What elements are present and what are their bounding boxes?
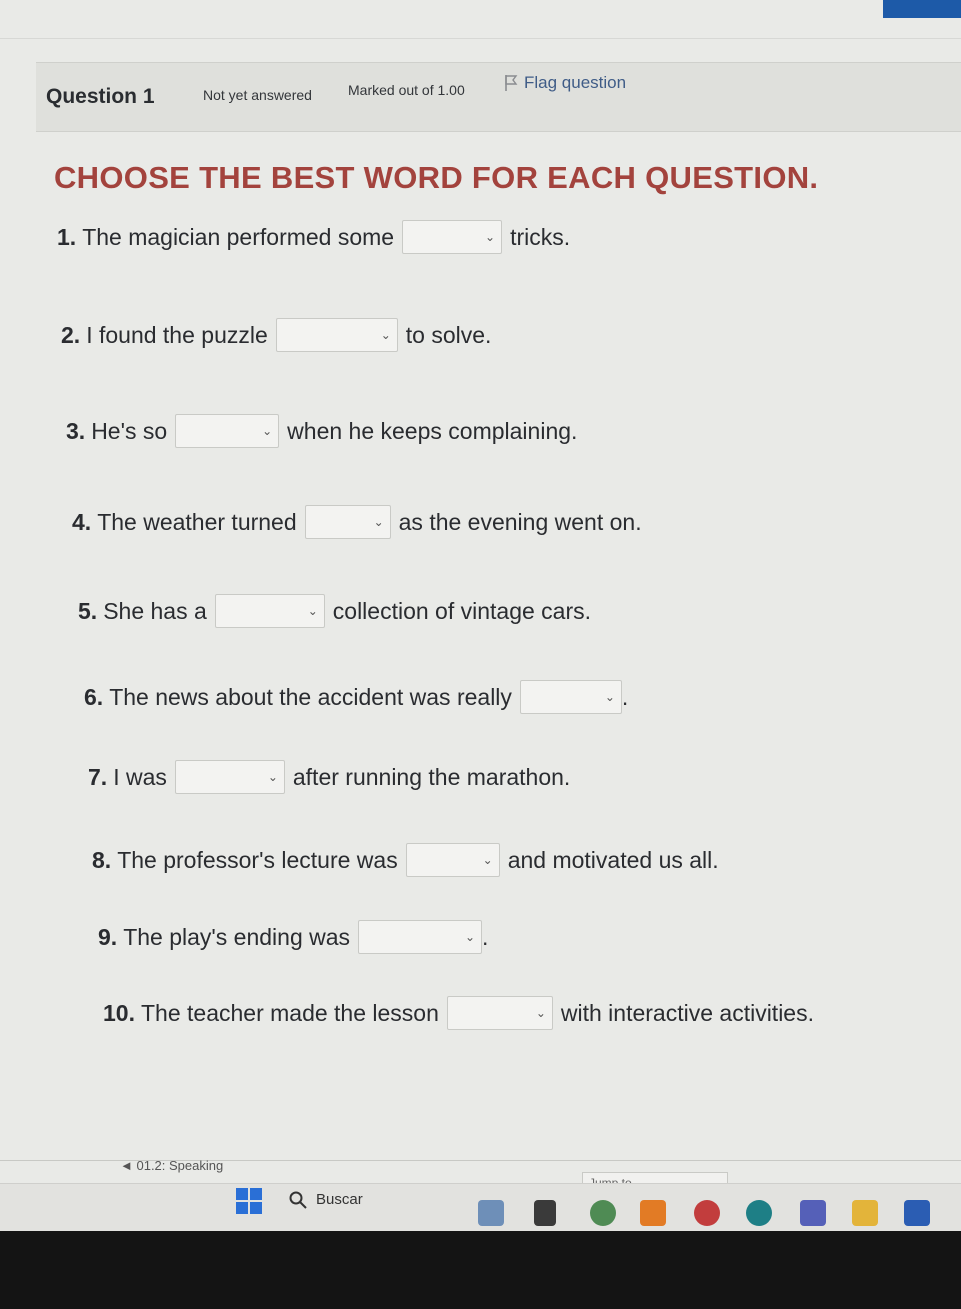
chevron-down-icon: ⌄: [262, 424, 273, 438]
question-row-8: 8. The professor's lecture was ⌄ and mot…: [92, 843, 719, 877]
question-grade: Marked out of 1.00: [348, 82, 465, 98]
chevron-down-icon: ⌄: [485, 230, 496, 244]
answer-select-10[interactable]: ⌄: [446, 996, 553, 1030]
file-explorer-icon[interactable]: [534, 1200, 556, 1226]
teams-icon[interactable]: [800, 1200, 826, 1226]
question-row-7: 7. I was ⌄ after running the marathon.: [88, 760, 570, 794]
question-text-8: The professor's lecture was: [117, 846, 398, 873]
question-after-2: to solve.: [405, 321, 492, 348]
chevron-down-icon: ⌄: [604, 690, 615, 704]
question-after-7: after running the marathon.: [292, 763, 571, 790]
answer-select-2[interactable]: ⌄: [275, 318, 398, 352]
question-after-1: tricks.: [510, 223, 571, 250]
question-text-6: The news about the accident was really: [109, 683, 512, 710]
chevron-down-icon: ⌄: [380, 328, 391, 342]
answer-select-3[interactable]: ⌄: [175, 414, 280, 448]
media-player-icon[interactable]: [640, 1200, 666, 1226]
question-text-3: He's so: [91, 417, 168, 444]
question-number-1: 1.: [57, 223, 77, 250]
search-icon[interactable]: [288, 1190, 308, 1210]
answer-select-5[interactable]: ⌄: [214, 594, 325, 628]
chevron-down-icon: ⌄: [307, 604, 318, 618]
question-after-10: with interactive activities.: [560, 999, 814, 1026]
question-number-9: 9.: [98, 923, 118, 950]
question-row-5: 5. She has a ⌄ collection of vintage car…: [78, 594, 591, 628]
question-number-4: 4.: [72, 508, 92, 535]
header-accent-bar: [883, 0, 961, 18]
browser-icon[interactable]: [590, 1200, 616, 1226]
question-number-5: 5.: [78, 597, 98, 624]
answer-select-4[interactable]: ⌄: [304, 505, 391, 539]
flag-question-label: Flag question: [524, 73, 627, 92]
question-number-2: 2.: [61, 321, 81, 348]
question-number-10: 10.: [103, 999, 135, 1026]
question-after-6: .: [621, 683, 629, 710]
instructions-heading: CHOOSE THE BEST WORD FOR EACH QUESTION.: [54, 160, 819, 195]
answer-select-1[interactable]: ⌄: [402, 220, 503, 254]
question-text-7: I was: [113, 763, 167, 790]
question-after-8: and motivated us all.: [507, 846, 719, 873]
question-row-2: 2. I found the puzzle ⌄ to solve.: [61, 318, 491, 352]
question-text-2: I found the puzzle: [86, 321, 268, 348]
page-edge-divider: [0, 38, 961, 39]
question-after-5: collection of vintage cars.: [332, 597, 592, 624]
chevron-down-icon: ⌄: [373, 515, 384, 529]
chevron-down-icon: ⌄: [464, 930, 476, 944]
monitor-bezel: [0, 1231, 961, 1309]
question-row-9: 9. The play's ending was ⌄ .: [98, 920, 488, 954]
question-row-6: 6. The news about the accident was reall…: [84, 680, 628, 714]
question-text-5: She has a: [103, 597, 207, 624]
question-after-4: as the evening went on.: [398, 508, 642, 535]
answer-select-7[interactable]: ⌄: [174, 760, 285, 794]
question-row-10: 10. The teacher made the lesson ⌄ with i…: [103, 996, 814, 1030]
folder-icon[interactable]: [852, 1200, 878, 1226]
answer-select-9[interactable]: ⌄: [358, 920, 483, 954]
question-text-1: The magician performed some: [82, 223, 395, 250]
question-number-8: 8.: [92, 846, 112, 873]
question-after-3: when he keeps complaining.: [287, 417, 578, 444]
widgets-icon[interactable]: [478, 1200, 504, 1226]
word-icon[interactable]: [904, 1200, 930, 1226]
question-number-3: 3.: [66, 417, 86, 444]
question-text-9: The play's ending was: [123, 923, 351, 950]
chevron-down-icon: ⌄: [267, 770, 278, 784]
question-number-6: 6.: [84, 683, 104, 710]
question-state: Not yet answered: [203, 87, 312, 103]
question-number: Question 1: [46, 85, 155, 108]
question-info-panel: Question 1 Not yet answered Marked out o…: [36, 62, 961, 132]
flag-icon: [505, 75, 518, 91]
taskbar-search-label[interactable]: Buscar: [316, 1191, 363, 1208]
previous-activity-link[interactable]: ◄ 01.2: Speaking: [120, 1158, 223, 1173]
question-row-1: 1. The magician performed some ⌄ tricks.: [57, 220, 570, 254]
question-text-10: The teacher made the lesson: [140, 999, 439, 1026]
question-row-4: 4. The weather turned ⌄ as the evening w…: [72, 505, 642, 539]
edge-icon[interactable]: [746, 1200, 772, 1226]
question-number-7: 7.: [88, 763, 108, 790]
windows-start-icon[interactable]: [236, 1188, 262, 1214]
app-icon[interactable]: [694, 1200, 720, 1226]
chevron-down-icon: ⌄: [482, 853, 493, 867]
chevron-down-icon: ⌄: [535, 1006, 546, 1020]
question-text-4: The weather turned: [97, 508, 297, 535]
answer-select-6[interactable]: ⌄: [519, 680, 622, 714]
answer-select-8[interactable]: ⌄: [405, 843, 500, 877]
flag-question-button[interactable]: Flag question: [504, 73, 626, 93]
question-after-9: .: [482, 923, 489, 950]
question-row-3: 3. He's so ⌄ when he keeps complaining.: [66, 414, 577, 448]
